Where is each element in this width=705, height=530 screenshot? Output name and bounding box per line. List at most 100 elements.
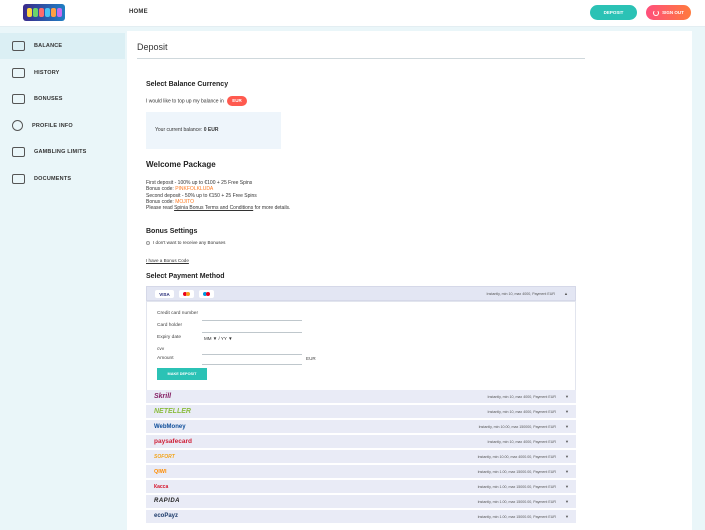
deposit-panel: Deposit Select Balance Currency I would … <box>127 31 692 530</box>
currency-prompt-text: I would like to top up my balance in <box>146 98 224 105</box>
sidebar-item-label: GAMBLING LIMITS <box>34 149 87 155</box>
title-divider <box>137 58 585 59</box>
code-label: Bonus code: <box>146 186 174 193</box>
payment-row-cards[interactable]: VISA Instantly, min 10, max 4000, Paymen… <box>146 286 576 301</box>
chevron-down-icon[interactable]: ▼ <box>565 469 569 474</box>
sidebar-item-label: DOCUMENTS <box>34 175 72 182</box>
payment-info: Instantly, min 10, max 4000, Payment EUR <box>487 395 556 399</box>
chevron-down-icon[interactable]: ▼ <box>565 484 569 489</box>
payment-row-skrill[interactable]: Skrill Instantly, min 10, max 4000, Paym… <box>146 390 576 404</box>
cvv-label: cvv <box>157 347 165 352</box>
card-holder-input[interactable] <box>202 332 302 333</box>
bonus-heading: Bonus Settings <box>146 228 198 235</box>
make-deposit-button[interactable]: MAKE DEPOSIT <box>157 368 207 380</box>
sign-out-label: SIGN OUT <box>662 10 684 15</box>
currency-badge[interactable]: EUR <box>227 96 247 107</box>
code-label: Bonus code: <box>146 198 174 205</box>
chevron-down-icon[interactable]: ▼ <box>565 394 569 399</box>
wallet-icon <box>12 41 25 51</box>
maestro-logo <box>199 290 214 298</box>
rapida-logo: RAPIDA <box>154 498 181 504</box>
terms-line: Please read Spinia Bonus Terms and Condi… <box>146 205 290 211</box>
chevron-down-icon[interactable]: ▼ <box>565 409 569 414</box>
payment-info: Instantly, min 1.00, max 15000.00, Payme… <box>477 485 556 489</box>
sign-out-button[interactable]: SIGN OUT <box>646 5 691 20</box>
balance-text: Your current balance: 0 EUR <box>155 127 218 133</box>
expiry-month-select[interactable]: MM ▼ <box>204 336 217 341</box>
paysafecard-logo: paysafecard <box>154 438 192 445</box>
card-logos: VISA <box>155 290 214 298</box>
card-number-label: Credit card number <box>157 311 199 316</box>
payment-info: Instantly, min 10.00, max 150000, Paymen… <box>478 425 556 429</box>
header-deposit-button[interactable]: DEPOSIT <box>590 5 637 20</box>
sidebar-item-profile-info[interactable]: PROFILE INFO <box>0 113 125 139</box>
terms-link[interactable]: Spinia Bonus Terms and Conditions <box>174 205 253 211</box>
bonus-code-link[interactable]: I have a Bonus Code <box>146 258 189 264</box>
no-bonus-checkbox[interactable] <box>146 240 150 245</box>
skrill-logo: Skrill <box>154 393 172 400</box>
payment-info: Instantly, min 1.00, max 15000.00, Payme… <box>477 515 556 519</box>
sidebar-item-documents[interactable]: DOCUMENTS <box>0 166 125 192</box>
amount-label: Amount <box>157 356 174 361</box>
expiry-select[interactable]: MM ▼ / YY ▼ <box>204 336 233 341</box>
payment-info: Instantly, min 10, max 4000, Payment EUR <box>486 292 555 296</box>
payment-row-neteller[interactable]: NETELLER Instantly, min 10, max 4000, Pa… <box>146 405 576 419</box>
neteller-logo: NETELLER <box>154 408 191 415</box>
currency-heading: Select Balance Currency <box>146 81 229 88</box>
payment-info: Instantly, min 10, max 4000, Payment EUR <box>487 440 556 444</box>
payment-row-sofort[interactable]: SOFORT Instantly, min 10.00, max 4000.00… <box>146 450 576 464</box>
payment-info: Instantly, min 1.00, max 15000.00, Payme… <box>477 470 556 474</box>
chevron-down-icon[interactable]: ▼ <box>565 499 569 504</box>
ecopayz-logo: ecoPayz <box>154 513 179 519</box>
amount-input[interactable] <box>202 364 302 365</box>
payment-info: Instantly, min 1.00, max 15000.00, Payme… <box>477 500 556 504</box>
chevron-down-icon[interactable]: ▼ <box>565 514 569 519</box>
payment-heading: Select Payment Method <box>146 273 225 280</box>
webmoney-logo: WebMoney <box>154 424 186 430</box>
cvv-input[interactable] <box>202 354 302 355</box>
sidebar-item-label: PROFILE INFO <box>32 122 73 129</box>
payment-info: Instantly, min 10, max 4000, Payment EUR <box>487 410 556 414</box>
sidebar-item-history[interactable]: HISTORY <box>0 60 125 86</box>
kassa-logo: Касса <box>154 484 169 490</box>
currency-prompt: I would like to top up my balance in EUR <box>146 96 247 107</box>
sidebar-item-balance[interactable]: BALANCE <box>0 33 125 59</box>
power-icon <box>653 9 660 16</box>
profile-icon <box>12 120 23 131</box>
mastercard-logo <box>179 290 194 298</box>
terms-prefix: Please read <box>146 205 173 212</box>
card-number-input[interactable] <box>202 320 302 321</box>
chevron-up-icon[interactable]: ▲ <box>564 291 568 296</box>
bonus-code: MOJITO <box>175 198 194 205</box>
balance-box: Your current balance: 0 EUR <box>146 112 281 149</box>
payment-row-webmoney[interactable]: WebMoney Instantly, min 10.00, max 15000… <box>146 420 576 434</box>
sofort-logo: SOFORT <box>154 454 175 460</box>
payment-row-ecopayz[interactable]: ecoPayz Instantly, min 1.00, max 15000.0… <box>146 510 576 524</box>
terms-suffix: for more details. <box>254 205 291 212</box>
chevron-down-icon[interactable]: ▼ <box>565 424 569 429</box>
card-form: Credit card number Card holder Expiry da… <box>146 301 576 391</box>
no-bonus-label: I don't want to receive any Bonuses <box>153 240 226 245</box>
qiwi-logo: QIWI <box>154 469 167 475</box>
payment-row-qiwi[interactable]: QIWI Instantly, min 1.00, max 15000.00, … <box>146 465 576 479</box>
sidebar-item-label: BALANCE <box>34 43 63 49</box>
payment-row-paysafecard[interactable]: paysafecard Instantly, min 10, max 4000,… <box>146 435 576 449</box>
balance-label: Your current balance: <box>155 127 203 133</box>
limits-icon <box>12 147 25 157</box>
payment-row-rapida[interactable]: RAPIDA Instantly, min 1.00, max 15000.00… <box>146 495 576 509</box>
welcome-details: First deposit - 100% up to €100 + 25 Fre… <box>146 180 290 211</box>
spinia-logo[interactable] <box>23 4 65 21</box>
chevron-down-icon[interactable]: ▼ <box>565 454 569 459</box>
expiry-label: Expiry date <box>157 335 181 340</box>
sidebar-item-label: HISTORY <box>34 69 60 76</box>
chevron-down-icon[interactable]: ▼ <box>565 439 569 444</box>
expiry-year-select[interactable]: YY ▼ <box>221 336 233 341</box>
card-holder-label: Card holder <box>157 323 183 328</box>
nav-home-link[interactable]: HOME <box>129 9 148 15</box>
no-bonus-option[interactable]: I don't want to receive any Bonuses <box>146 240 225 246</box>
sidebar-item-bonuses[interactable]: BONUSES <box>0 86 125 112</box>
sidebar-item-gambling-limits[interactable]: GAMBLING LIMITS <box>0 139 125 165</box>
page-title: Deposit <box>137 42 168 52</box>
history-icon <box>12 67 25 78</box>
payment-row-kassa[interactable]: Касса Instantly, min 1.00, max 15000.00,… <box>146 480 576 494</box>
